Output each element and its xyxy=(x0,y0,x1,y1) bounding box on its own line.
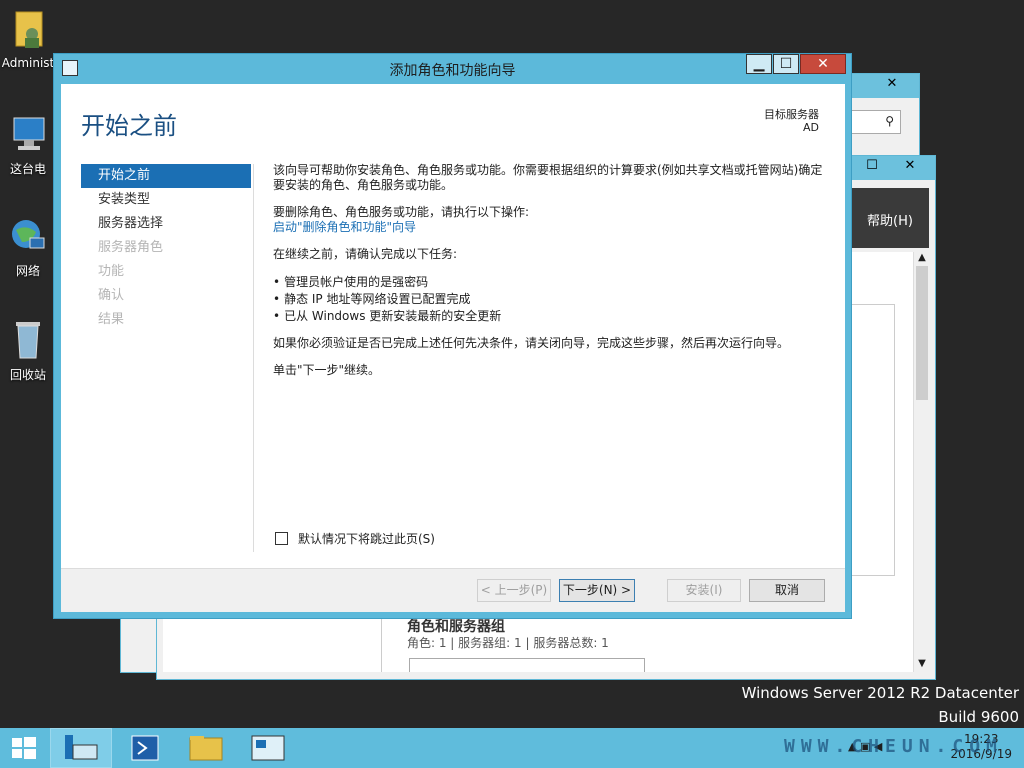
scroll-thumb[interactable] xyxy=(916,266,928,400)
recycle-bin-icon xyxy=(8,318,48,362)
role-tile[interactable] xyxy=(409,658,645,672)
scroll-up-icon[interactable]: ▲ xyxy=(914,252,930,266)
list-item: 已从 Windows 更新安装最新的安全更新 xyxy=(273,308,829,325)
file-explorer-icon xyxy=(189,736,223,761)
skip-page-label: 默认情况下将跳过此页(S) xyxy=(298,532,435,546)
next-button[interactable]: 下一步(N) > xyxy=(559,579,635,602)
taskbar-powershell-button[interactable] xyxy=(114,728,176,768)
computer-icon xyxy=(8,112,48,156)
checkbox-box[interactable] xyxy=(275,532,288,545)
nav-divider xyxy=(253,164,254,552)
skip-page-checkbox[interactable]: 默认情况下将跳过此页(S) xyxy=(275,530,435,547)
roles-section-stats: 角色: 1 | 服务器组: 1 | 服务器总数: 1 xyxy=(407,636,609,650)
wizard-titlebar: 添加角色和功能向导 ▁ ☐ ✕ xyxy=(54,54,851,82)
remove-instructions: 要删除角色、角色服务或功能，请执行以下操作: xyxy=(273,205,530,219)
remove-roles-link[interactable]: 启动"删除角色和功能"向导 xyxy=(273,220,829,235)
desktop-icon-label: 网络 xyxy=(15,264,40,278)
taskbar-wizard-button[interactable] xyxy=(50,728,112,768)
watermark-text: WWW.CHEUN.COM xyxy=(784,736,1003,757)
cancel-button[interactable]: 取消 xyxy=(749,579,825,602)
nav-item-results: 结果 xyxy=(98,312,125,327)
maximize-button[interactable]: ☐ xyxy=(773,54,799,74)
nav-item-server-selection[interactable]: 服务器选择 xyxy=(81,212,251,236)
target-server-label: 目标服务器 xyxy=(764,108,819,121)
desktop-icon-this-pc[interactable]: 这台电 xyxy=(0,112,56,177)
wizard-footer: < 上一步(P) 下一步(N) > 安装(I) 取消 xyxy=(61,568,845,612)
close-icon[interactable]: ✕ xyxy=(893,156,927,176)
close-button[interactable]: ✕ xyxy=(800,54,846,74)
close-icon[interactable]: ✕ xyxy=(875,74,909,94)
menu-bar: 帮助(H) xyxy=(851,188,929,248)
wizard-title: 添加角色和功能向导 xyxy=(389,63,516,79)
windows-logo-icon xyxy=(12,737,36,759)
target-server: 目标服务器 AD xyxy=(764,108,819,134)
help-menu[interactable]: 帮助(H) xyxy=(867,210,913,229)
nav-item-before-you-begin[interactable]: 开始之前 xyxy=(81,164,251,188)
nav-item-server-roles: 服务器角色 xyxy=(98,240,164,255)
add-roles-wizard-window[interactable]: 添加角色和功能向导 ▁ ☐ ✕ 开始之前 目标服务器 AD 开始之前 安装类型 … xyxy=(53,53,852,619)
desktop-icon-label: Administ xyxy=(1,56,55,70)
target-server-value: AD xyxy=(803,121,819,134)
search-icon: ⚲ xyxy=(885,114,894,128)
start-button[interactable] xyxy=(0,728,48,768)
task-list: 管理员帐户使用的是强密码 静态 IP 地址等网络设置已配置完成 已从 Windo… xyxy=(273,274,829,325)
maximize-icon[interactable]: ☐ xyxy=(857,156,887,176)
list-item: 管理员帐户使用的是强密码 xyxy=(273,274,829,291)
page-title: 开始之前 xyxy=(81,112,177,140)
server-manager-icon xyxy=(65,735,98,760)
previous-button[interactable]: < 上一步(P) xyxy=(477,579,551,602)
desktop-icon-recycle-bin[interactable]: 回收站 xyxy=(0,318,56,383)
install-button[interactable]: 安装(I) xyxy=(667,579,741,602)
desktop-icon-label: 回收站 xyxy=(9,368,46,382)
taskbar-explorer-button[interactable] xyxy=(176,728,238,768)
network-globe-icon xyxy=(8,214,48,258)
desktop-icon-administrator[interactable]: Administ xyxy=(0,8,56,70)
scroll-down-icon[interactable]: ▼ xyxy=(914,658,930,672)
nav-item-installation-type[interactable]: 安装类型 xyxy=(81,188,251,212)
roles-section-title: 角色和服务器组 xyxy=(407,619,505,635)
list-item: 静态 IP 地址等网络设置已配置完成 xyxy=(273,291,829,308)
taskbar-control-panel-button[interactable] xyxy=(238,728,300,768)
nav-item-features: 功能 xyxy=(98,264,125,279)
control-panel-icon xyxy=(251,735,285,761)
os-edition-text: Windows Server 2012 R2 Datacenter xyxy=(741,684,1019,702)
nav-item-confirmation: 确认 xyxy=(98,288,125,303)
confirm-text: 在继续之前，请确认完成以下任务: xyxy=(273,247,458,261)
intro-text: 该向导可帮助你安装角色、角色服务或功能。你需要根据组织的计算要求(例如共享文档或… xyxy=(273,163,823,192)
continue-text: 单击"下一步"继续。 xyxy=(273,363,381,377)
desktop-icon-label: 这台电 xyxy=(9,162,46,176)
desktop-icon-network[interactable]: 网络 xyxy=(0,214,56,279)
wizard-body: 开始之前 目标服务器 AD 开始之前 安装类型 服务器选择 服务器角色 功能 确… xyxy=(61,84,845,568)
search-box[interactable]: ⚲ xyxy=(849,110,901,134)
wizard-content: 该向导可帮助你安装角色、角色服务或功能。你需要根据组织的计算要求(例如共享文档或… xyxy=(273,163,829,390)
os-build-text: Build 9600 xyxy=(938,708,1019,726)
powershell-icon xyxy=(131,735,159,761)
scrollbar[interactable]: ▲ ▼ xyxy=(913,252,929,672)
user-folder-icon xyxy=(8,8,48,52)
divider xyxy=(381,612,382,672)
verify-text: 如果你必须验证是否已完成上述任何先决条件，请关闭向导，完成这些步骤，然后再次运行… xyxy=(273,336,790,350)
minimize-button[interactable]: ▁ xyxy=(746,54,772,74)
wizard-nav: 开始之前 安装类型 服务器选择 服务器角色 功能 确认 结果 xyxy=(81,164,251,332)
